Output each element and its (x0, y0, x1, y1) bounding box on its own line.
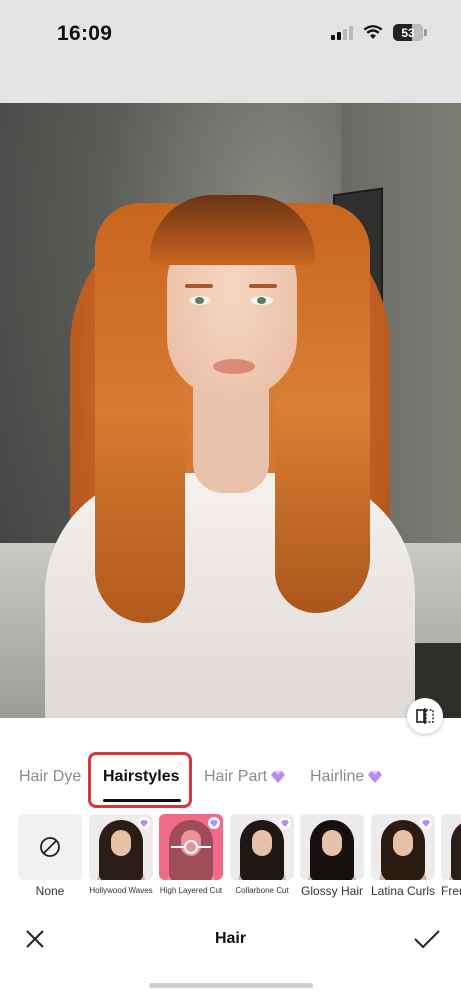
bottom-bar: Hair (0, 920, 461, 960)
battery-icon: 53 (393, 24, 427, 41)
premium-gem-icon (271, 771, 286, 783)
highlight-box (88, 752, 192, 808)
panel-title: Hair (214, 930, 247, 947)
style-glossy-hair[interactable] (300, 814, 364, 880)
style-hollywood-waves[interactable] (89, 814, 153, 880)
tab-hair-part[interactable]: Hair Part (204, 768, 286, 786)
home-indicator (149, 983, 313, 988)
tab-label: Hair Part (204, 768, 268, 785)
premium-gem-icon (420, 817, 432, 829)
tab-bar: Hair Dye Hairstyles Hair Part Hairline (0, 752, 461, 808)
premium-gem-icon (279, 817, 291, 829)
confirm-button[interactable] (413, 928, 441, 950)
premium-gem-icon (138, 817, 150, 829)
tab-hairline[interactable]: Hairline (310, 768, 383, 786)
style-french[interactable] (441, 814, 461, 880)
tab-label: Hairline (310, 768, 365, 785)
premium-gem-icon (368, 771, 383, 783)
wifi-icon (363, 25, 383, 39)
style-none[interactable] (18, 814, 82, 880)
signal-icon (331, 25, 353, 40)
checkmark-icon (414, 930, 440, 949)
style-label: Fren (441, 884, 461, 898)
neck (193, 383, 269, 493)
style-latina-curls[interactable] (371, 814, 435, 880)
status-bar: 16:09 53 (0, 0, 461, 103)
none-icon (40, 837, 60, 857)
adjust-icon (171, 840, 211, 854)
status-time: 16:09 (57, 22, 113, 45)
edit-panel: Hair Dye Hairstyles Hair Part Hairline N… (0, 752, 461, 999)
style-high-layered-cut[interactable] (159, 814, 223, 880)
style-label: Latina Curls (370, 884, 436, 898)
status-icons: 53 (331, 24, 427, 41)
battery-level: 53 (401, 25, 415, 40)
photo-preview[interactable] (0, 103, 461, 718)
premium-gem-icon (208, 817, 220, 829)
compare-icon (416, 708, 434, 724)
tab-label: Hair Dye (19, 768, 82, 785)
tab-hair-dye[interactable]: Hair Dye (19, 768, 81, 786)
hairstyle-list: None Hollywood Waves High Layered Cut Co… (0, 814, 461, 904)
style-collarbone-cut[interactable] (230, 814, 294, 880)
compare-button[interactable] (407, 698, 443, 734)
